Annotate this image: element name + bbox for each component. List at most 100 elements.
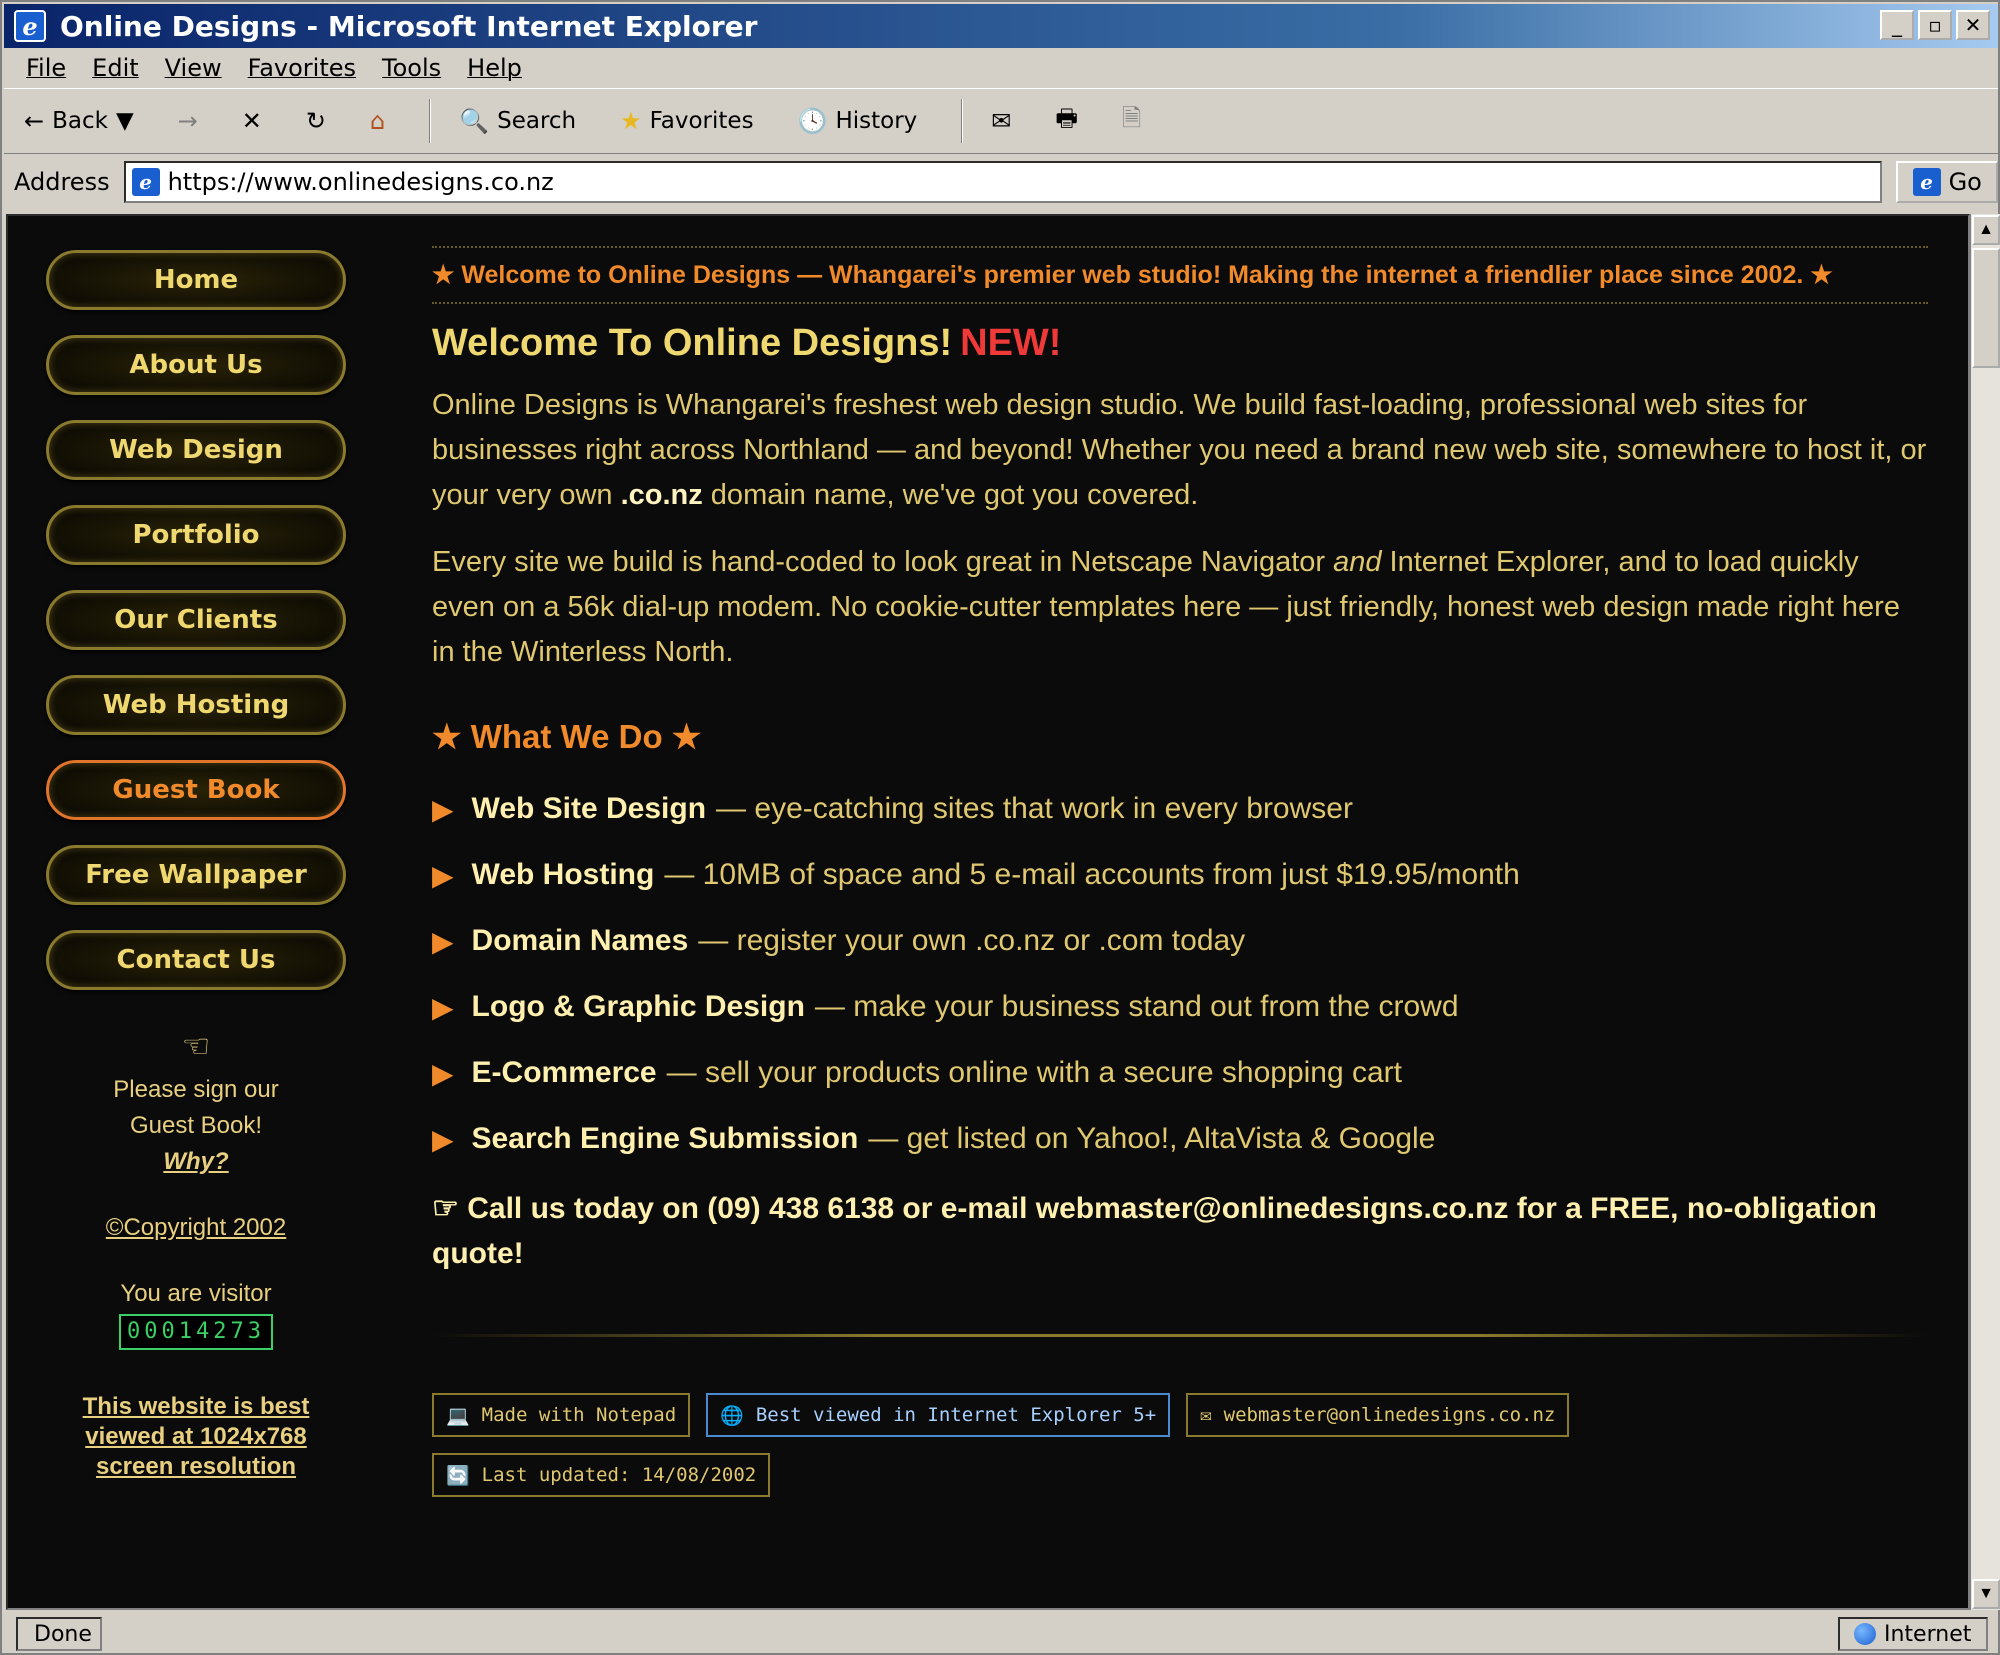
refresh-icon: ↻ [305, 107, 326, 135]
intro-text-conz: .co.nz [620, 479, 703, 511]
scroll-down-button[interactable]: ▼ [1972, 1579, 2000, 1609]
back-arrow-icon: ← [24, 107, 45, 135]
intro-paragraph: Online Designs is Whangarei's freshest w… [432, 383, 1928, 518]
go-button[interactable]: e Go [1896, 161, 1998, 203]
menu-help[interactable]: Help [467, 54, 522, 82]
nav-web-design[interactable]: Web Design [46, 420, 346, 480]
title-bar: e Online Designs - Microsoft Internet Ex… [4, 4, 1998, 48]
service-desc: — get listed on Yahoo!, AltaVista & Goog… [868, 1122, 1436, 1155]
zone-indicator: Internet [1838, 1617, 1988, 1651]
refresh-button[interactable]: ↻ [306, 107, 326, 135]
nav-home[interactable]: Home [46, 250, 346, 310]
refresh-icon: 🔄 [446, 1464, 470, 1487]
updated-badge: 🔄 Last updated: 14/08/2002 [432, 1453, 771, 1497]
service-name: Search Engine Submission [471, 1122, 859, 1155]
email-badge[interactable]: ✉ webmaster@onlinedesigns.co.nz [1186, 1393, 1570, 1437]
home-button[interactable]: ⌂ [370, 107, 385, 135]
list-item: ▶ Web Site Design — eye-catching sites t… [432, 776, 1928, 842]
arrow-bullet-icon: ▶ [432, 1057, 454, 1089]
address-url[interactable]: https://www.onlinedesigns.co.nz [168, 168, 554, 196]
address-input[interactable]: e https://www.onlinedesigns.co.nz [123, 161, 1883, 203]
minimize-button[interactable]: _ [1880, 10, 1914, 40]
dropdown-arrow-icon[interactable]: ▼ [116, 108, 134, 134]
page-title-text: Welcome To Online Designs! [432, 322, 953, 364]
browser-window: e Online Designs - Microsoft Internet Ex… [0, 0, 2000, 1655]
status-text: Done [16, 1617, 102, 1651]
copyright-link[interactable]: ©Copyright 2002 [46, 1210, 346, 1246]
address-bar: Address e https://www.onlinedesigns.co.n… [4, 155, 1998, 209]
nav-guest-book[interactable]: Guest Book [46, 760, 346, 820]
list-item: ▶ Web Hosting — 10MB of space and 5 e-ma… [432, 842, 1928, 908]
printer-icon: 🖶 [1055, 103, 1079, 132]
arrow-bullet-icon: ▶ [432, 1123, 454, 1155]
arrow-bullet-icon: ▶ [432, 991, 454, 1023]
badge-row: 💻 Made with Notepad 🌐 Best viewed in Int… [432, 1393, 1732, 1497]
sign-guestbook-line2: Guest Book! [129, 1112, 263, 1139]
internet-globe-icon [1854, 1623, 1876, 1645]
menu-edit[interactable]: Edit [92, 54, 138, 82]
service-name: Logo & Graphic Design [471, 990, 805, 1023]
envelope-icon: ✉ [1200, 1404, 1212, 1426]
ie-badge[interactable]: 🌐 Best viewed in Internet Explorer 5+ [706, 1393, 1171, 1437]
mail-button[interactable]: ✉ [991, 107, 1011, 135]
visitor-text: You are visitor [120, 1280, 272, 1307]
history-label: History [835, 108, 918, 134]
badge-text: Best viewed in Internet Explorer 5+ [755, 1404, 1157, 1426]
service-desc: — 10MB of space and 5 e-mail accounts fr… [664, 858, 1520, 891]
go-label: Go [1948, 168, 1982, 196]
browser-text-and: and [1333, 546, 1382, 578]
toolbar-divider [429, 99, 432, 143]
stop-button[interactable]: ✕ [242, 107, 262, 135]
search-label: Search [497, 108, 577, 134]
toolbar-divider [961, 99, 964, 143]
print-button[interactable]: 🖶 [1055, 101, 1078, 142]
status-bar: Done Internet [4, 1614, 1998, 1654]
service-desc: — sell your products online with a secur… [666, 1056, 1403, 1089]
service-name: Web Hosting [471, 858, 655, 891]
scroll-up-button[interactable]: ▲ [1972, 215, 2000, 245]
menu-view[interactable]: View [165, 54, 222, 82]
service-desc: — make your business stand out from the … [814, 990, 1459, 1023]
back-button[interactable]: ← Back ▼ [24, 107, 134, 135]
nav-web-hosting[interactable]: Web Hosting [46, 675, 346, 735]
list-item: ▶ Logo & Graphic Design — make your busi… [432, 974, 1928, 1040]
pointing-hand-icon: ☜ [181, 1028, 211, 1064]
menu-file[interactable]: File [26, 54, 66, 82]
scroll-thumb[interactable] [1972, 248, 2000, 368]
menu-favorites[interactable]: Favorites [248, 54, 356, 82]
forward-button[interactable]: → [178, 107, 198, 135]
zone-label: Internet [1884, 1621, 1972, 1647]
nav-our-clients[interactable]: Our Clients [46, 590, 346, 650]
best-viewed-link[interactable]: This website is best viewed at 1024x768 … [46, 1392, 346, 1482]
vertical-scrollbar[interactable]: ▲ ▼ [1970, 214, 2000, 1610]
close-button[interactable]: ✕ [1956, 10, 1990, 40]
sign-guestbook-line1: Please sign our [113, 1076, 279, 1103]
maximize-button[interactable]: ▫ [1918, 10, 1952, 40]
badge-text: webmaster@onlinedesigns.co.nz [1223, 1404, 1556, 1426]
search-button[interactable]: 🔍 Search [459, 107, 576, 135]
why-link[interactable]: Why? [46, 1144, 346, 1180]
hit-counter: 00014273 [119, 1314, 273, 1350]
nav-portfolio[interactable]: Portfolio [46, 505, 346, 565]
ie-page-icon: e [131, 168, 160, 196]
call-to-action: ☞ Call us today on (09) 438 6138 or e-ma… [432, 1192, 1877, 1270]
new-badge: NEW! [960, 322, 1062, 364]
browser-paragraph: Every site we build is hand-coded to loo… [432, 540, 1928, 675]
nav-contact-us[interactable]: Contact Us [46, 930, 346, 990]
star-icon: ★ [620, 107, 642, 135]
nav-about-us[interactable]: About Us [46, 335, 346, 395]
service-name: Domain Names [471, 924, 689, 957]
edit-button[interactable]: 🗎 [1122, 101, 1141, 142]
favorites-button[interactable]: ★ Favorites [620, 107, 753, 135]
list-item: ▶ Domain Names — register your own .co.n… [432, 908, 1928, 974]
edit-page-icon: 🗎 [1122, 103, 1142, 132]
notepad-badge: 💻 Made with Notepad [432, 1393, 691, 1437]
mail-icon: ✉ [991, 107, 1012, 135]
menu-tools[interactable]: Tools [382, 54, 441, 82]
address-label: Address [14, 168, 110, 196]
history-button[interactable]: 🕓 History [798, 107, 918, 135]
nav-free-wallpaper[interactable]: Free Wallpaper [46, 845, 346, 905]
list-item: ▶ Search Engine Submission — get listed … [432, 1106, 1928, 1172]
back-label: Back [52, 108, 108, 134]
badge-text: Made with Notepad [481, 1404, 677, 1426]
